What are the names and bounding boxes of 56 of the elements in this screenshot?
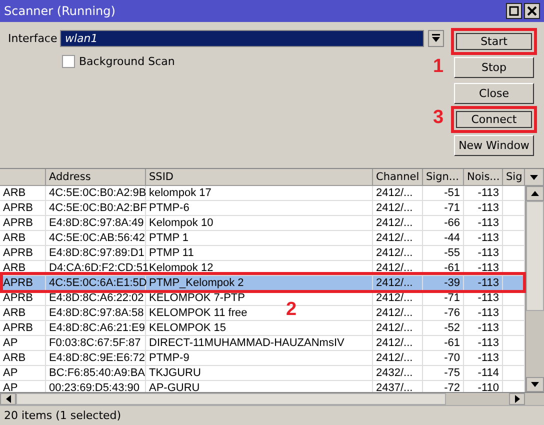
table-row[interactable]: APRB E4:8D:8C:97:8A:49 Kelompok 10 2412/... -66 -113 (0, 216, 525, 231)
scroll-left-button[interactable] (0, 393, 16, 405)
table-cell: -113 (464, 276, 503, 291)
horizontal-scrollbar[interactable] (0, 392, 544, 405)
table-row[interactable]: ARB 4C:5E:0C:B0:A2:9B kelompok 17 2412/... -51 -113 (0, 186, 525, 201)
arrow-right-icon (514, 395, 520, 403)
table-row[interactable]: APRB 4C:5E:0C:B0:A2:BF PTMP-6 2412/... -71 -113 (0, 201, 525, 216)
arrow-up-icon (531, 190, 539, 197)
table-row[interactable]: APRB 4C:5E:0C:6A:E1:5D PTMP_Kelompok 2 2412/... -39 -113 (0, 276, 525, 291)
table-cell: -39 (423, 276, 464, 291)
table-cell: APRB (0, 276, 46, 291)
column-header[interactable]: Sig (503, 169, 525, 186)
column-header[interactable]: Channel (373, 169, 423, 186)
action-button[interactable]: Stop (454, 57, 534, 78)
close-button[interactable] (524, 3, 540, 19)
table-cell: 2412/... (373, 276, 423, 291)
column-header[interactable]: Address (46, 169, 146, 186)
scroll-thumb[interactable] (16, 393, 446, 405)
table-row[interactable]: APRB E4:8D:8C:A6:21:E9 KELOMPOK 15 2412/... -52 -113 (0, 321, 525, 336)
table-row[interactable]: APRB E4:8D:8C:97:89:D1 PTMP 11 2412/... -55 -113 (0, 246, 525, 261)
interface-field[interactable]: wlan1 (60, 30, 424, 47)
close-icon (527, 6, 537, 16)
action-button[interactable]: Start (451, 28, 537, 55)
maximize-button[interactable] (506, 3, 522, 19)
action-button[interactable]: Close (454, 83, 534, 104)
table-row[interactable]: ARB 4C:5E:0C:AB:56:42 PTMP 1 2412/... -44 -113 (0, 231, 525, 246)
column-header[interactable]: Sign... (423, 169, 464, 186)
scroll-thumb[interactable] (526, 201, 544, 311)
table-row[interactable]: ARB E4:8D:8C:9E:E6:72 PTMP-9 2412/... -70 -113 (0, 351, 525, 366)
vertical-scrollbar[interactable] (525, 186, 544, 392)
interface-label: Interface (8, 32, 56, 45)
table-cell: 4C:5E:0C:6A:E1:5D (46, 276, 146, 291)
column-header[interactable]: Nois... (464, 169, 503, 186)
arrow-down-icon (531, 381, 539, 388)
dropdown-arrow-icon (432, 34, 440, 43)
caret-down-icon (530, 174, 538, 180)
maximize-icon (509, 6, 519, 16)
background-scan-label: Background Scan (79, 55, 175, 68)
background-scan-checkbox[interactable] (62, 55, 75, 68)
column-header[interactable]: SSID (146, 169, 373, 186)
status-text: 20 items (1 selected) (4, 409, 122, 422)
dropdown-button[interactable] (428, 30, 444, 47)
annotation-number: 3 (433, 107, 444, 129)
scroll-up-button[interactable] (526, 186, 544, 201)
table-row[interactable]: AP BC:F6:85:40:A9:BA TKJGURU 2432/... -75 -114 (0, 366, 525, 381)
action-button[interactable]: Connect (451, 106, 537, 133)
scroll-right-button[interactable] (509, 393, 525, 405)
column-menu-button[interactable] (525, 169, 544, 186)
window-title: Scanner (Running) (4, 4, 116, 18)
arrow-left-icon (4, 395, 12, 403)
annotation-number: 1 (433, 56, 444, 78)
table-row[interactable]: AP F0:03:8C:67:5F:87 DIRECT-11MUHAMMAD-HAUZANmsIV 2412/... -61 -113 (0, 336, 525, 351)
table-cell: PTMP_Kelompok 2 (146, 276, 373, 291)
scroll-down-button[interactable] (526, 377, 544, 392)
action-button[interactable]: New Window (454, 135, 534, 156)
table-row[interactable]: AP 00:23:69:D5:43:90 AP-GURU 2437/... -72 -110 (0, 381, 525, 392)
